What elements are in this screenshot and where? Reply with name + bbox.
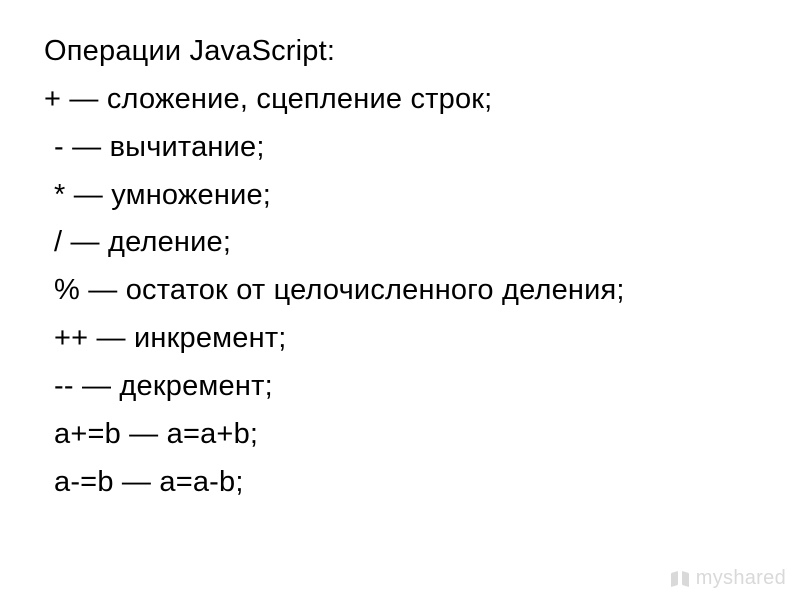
myshared-logo-icon bbox=[670, 570, 690, 588]
operation-line: a-=b — a=a-b; bbox=[44, 459, 756, 507]
operation-line: a+=b — a=a+b; bbox=[44, 411, 756, 459]
operation-line: ++ — инкремент; bbox=[44, 315, 756, 363]
watermark: myshared bbox=[670, 567, 786, 590]
operation-line: - — вычитание; bbox=[44, 124, 756, 172]
operation-line: -- — декремент; bbox=[44, 363, 756, 411]
slide-body: Операции JavaScript: + — сложение, сцепл… bbox=[0, 0, 800, 526]
operation-line: % — остаток от целочисленного деления; bbox=[44, 267, 756, 315]
operation-line: + — сложение, сцепление строк; bbox=[44, 76, 756, 124]
operation-line: / — деление; bbox=[44, 219, 756, 267]
slide-title: Операции JavaScript: bbox=[44, 28, 756, 76]
operation-line: * — умножение; bbox=[44, 172, 756, 220]
watermark-text: myshared bbox=[696, 567, 786, 590]
